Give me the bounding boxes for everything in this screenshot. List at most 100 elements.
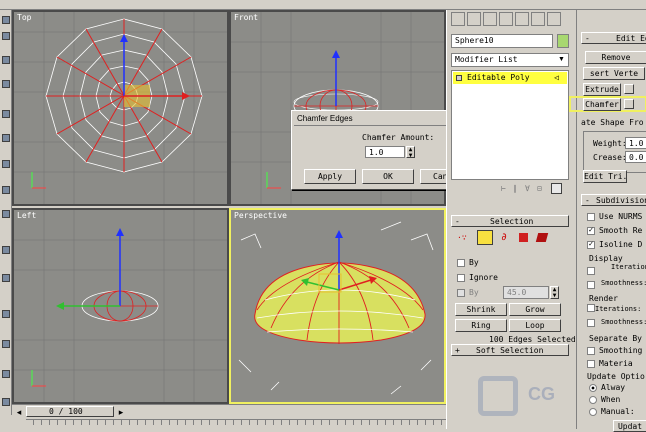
subdivision-rollout-header[interactable]: - Subdivision [581, 194, 646, 206]
update-options-label: Update Optio [587, 372, 645, 381]
configure-sets-icon[interactable] [551, 183, 562, 194]
frame-counter: 0 / 100 [49, 407, 83, 416]
viewport-top[interactable]: Top [12, 10, 229, 206]
crease-label: Crease: [593, 153, 627, 162]
soft-selection-rollout-header[interactable]: + Soft Selection [451, 344, 569, 356]
render-smoothness-checkbox[interactable] [587, 319, 595, 327]
tool-icon[interactable] [2, 398, 10, 406]
chamfer-amount-input[interactable]: 1.0 [365, 146, 405, 158]
tool-icon[interactable] [2, 370, 10, 378]
selection-status: 100 Edges Selected [489, 335, 576, 344]
hierarchy-tab-icon[interactable] [483, 12, 497, 26]
motion-tab-icon[interactable] [499, 12, 513, 26]
viewport-left[interactable]: Left [12, 208, 229, 404]
expand-icon[interactable] [456, 75, 462, 81]
isoline-display-checkbox[interactable]: ✓ [587, 241, 595, 249]
always-radio[interactable] [589, 384, 597, 392]
tool-icon[interactable] [2, 16, 10, 24]
grow-button[interactable]: Grow [509, 303, 561, 316]
tool-icon[interactable] [2, 134, 10, 142]
create-shape-label[interactable]: ate Shape Fro [581, 118, 644, 127]
smooth-result-checkbox[interactable]: ✓ [587, 227, 595, 235]
timeline-bar: 0 / 100 ◂ ▸ [12, 404, 446, 429]
chamfer-button[interactable]: Chamfer [583, 98, 621, 111]
materials-checkbox[interactable] [587, 360, 595, 368]
remove-modifier-icon[interactable]: ⊟ [537, 184, 542, 193]
display-smoothness-checkbox[interactable] [587, 281, 595, 289]
shrink-button[interactable]: Shrink [455, 303, 507, 316]
manually-radio[interactable] [589, 408, 597, 416]
angle-spinner[interactable]: ▲ ▼ [550, 286, 559, 299]
tool-icon[interactable] [2, 32, 10, 40]
chamfer-settings-icon[interactable] [624, 99, 634, 109]
by-angle-checkbox[interactable] [457, 289, 465, 297]
show-end-result-icon[interactable]: ∥ [513, 184, 517, 193]
ignore-backfacing-checkbox[interactable] [457, 274, 465, 282]
object-color-swatch[interactable] [557, 34, 569, 48]
vertex-icon[interactable]: ·∵ [457, 233, 467, 242]
viewport-perspective[interactable]: Perspective [229, 208, 446, 404]
tool-icon[interactable] [2, 210, 10, 218]
element-icon[interactable] [535, 233, 549, 242]
use-nurms-label: Use NURMS [599, 212, 643, 221]
edit-edges-panel: - Edit Edg Remove sert Verte Extrude Cha… [569, 10, 646, 432]
smoothing-groups-checkbox[interactable] [587, 347, 595, 355]
selection-rollout-title: Selection [490, 217, 534, 226]
ring-button[interactable]: Ring [455, 319, 507, 332]
pin-stack-icon[interactable]: ⊢ [501, 184, 506, 193]
tool-icon[interactable] [2, 110, 10, 118]
angle-input[interactable]: 45.0 [503, 286, 549, 299]
edit-tri-button[interactable]: Edit Tri. [583, 170, 627, 183]
tool-icon[interactable] [2, 56, 10, 64]
remove-button[interactable]: Remove [585, 51, 646, 64]
tool-icon[interactable] [2, 160, 10, 168]
edit-edges-rollout-header[interactable]: - Edit Edg [581, 32, 646, 44]
by-vertex-checkbox[interactable] [457, 259, 465, 267]
extrude-settings-icon[interactable] [624, 84, 634, 94]
time-slider[interactable]: 0 / 100 [26, 406, 114, 417]
display-group-label: Display [589, 254, 623, 263]
watermark-logo [478, 376, 518, 416]
soft-selection-title: Soft Selection [476, 346, 544, 355]
tool-icon[interactable] [2, 186, 10, 194]
render-iterations-label: Iterations: [595, 305, 642, 313]
left-toolbar [0, 10, 12, 415]
make-unique-icon[interactable]: ∀ [525, 184, 530, 193]
weight-input[interactable]: 1.0 [625, 137, 646, 149]
tool-icon[interactable] [2, 80, 10, 88]
hammer-icon[interactable] [547, 12, 561, 26]
when-rendering-radio[interactable] [589, 396, 597, 404]
border-icon[interactable]: ∂ [501, 232, 507, 243]
stack-item-editable-poly[interactable]: Editable Poly ◁ [453, 72, 567, 84]
display-tab-icon[interactable] [515, 12, 529, 26]
display-iterations-checkbox[interactable] [587, 267, 595, 275]
tool-icon[interactable] [2, 246, 10, 254]
ok-button[interactable]: OK [362, 169, 414, 184]
track-bar[interactable] [26, 419, 446, 425]
use-nurms-checkbox[interactable] [587, 213, 595, 221]
object-name-input[interactable]: Sphere10 [451, 34, 553, 48]
extrude-button[interactable]: Extrude [583, 83, 621, 96]
modifier-list-dropdown[interactable]: Modifier List [451, 53, 569, 67]
modify-tab-icon[interactable] [467, 12, 481, 26]
when-rendering-label: When [601, 395, 621, 404]
polygon-icon[interactable] [519, 233, 528, 242]
render-group-label: Render [589, 294, 618, 303]
chevron-down-icon[interactable]: ▼ [555, 54, 568, 66]
edge-icon[interactable] [477, 230, 493, 245]
tool-icon[interactable] [2, 310, 10, 318]
render-iterations-checkbox[interactable] [587, 304, 595, 312]
chamfer-amount-spinner[interactable]: ▲ ▼ [406, 146, 415, 158]
tool-icon[interactable] [2, 274, 10, 282]
insert-vertex-button[interactable]: sert Verte [583, 67, 645, 80]
utilities-tab-icon[interactable] [531, 12, 545, 26]
previous-frame-icon[interactable]: ◂ [14, 407, 24, 417]
update-button[interactable]: Updat [613, 420, 646, 432]
crease-input[interactable]: 0.0 [625, 151, 646, 163]
create-tab-icon[interactable] [451, 12, 465, 26]
selection-rollout-header[interactable]: - Selection [451, 215, 569, 227]
next-frame-icon[interactable]: ▸ [116, 407, 126, 417]
tool-icon[interactable] [2, 340, 10, 348]
loop-button[interactable]: Loop [509, 319, 561, 332]
apply-button[interactable]: Apply [304, 169, 356, 184]
